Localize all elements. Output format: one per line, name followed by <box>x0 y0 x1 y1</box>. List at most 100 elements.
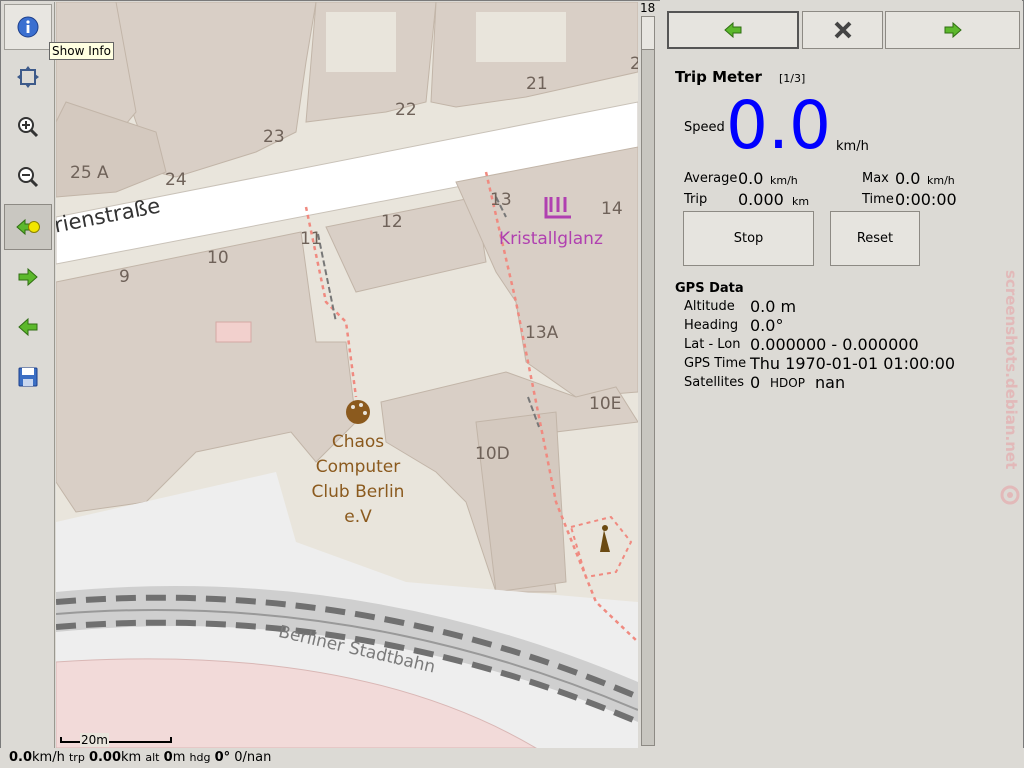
house-number: 10E <box>589 394 622 414</box>
hdop-value: nan <box>815 373 846 392</box>
poi-label-ccc: Chaos Computer Club Berlin e.V <box>296 430 420 530</box>
house-number: 10 <box>207 248 229 268</box>
status-trp-unit: km <box>121 750 142 765</box>
gps-data-title: GPS Data <box>675 281 744 296</box>
back-arrow-icon <box>18 317 38 337</box>
house-number: 12 <box>381 212 403 232</box>
forward-arrow-icon <box>18 267 38 287</box>
house-number: 14 <box>601 199 623 219</box>
average-unit: km/h <box>770 174 798 187</box>
poi-label-line: Computer <box>315 457 401 477</box>
status-hdg-label: hdg <box>189 751 211 764</box>
status-trp: 0.00 <box>88 750 122 765</box>
fit-button[interactable] <box>4 54 52 100</box>
gps-follow-button[interactable] <box>4 204 52 250</box>
next-page-button[interactable] <box>885 11 1020 49</box>
gps-time-value: Thu 1970-01-01 01:00:00 <box>750 354 956 373</box>
map-view[interactable]: 23 22 21 2 25 A 24 13 14 12 11 10 9 13A … <box>56 2 638 748</box>
trip-value: 0.000 <box>738 190 784 209</box>
back-arrow-icon <box>724 22 742 38</box>
page-indicator: [1/3] <box>779 72 806 85</box>
save-icon <box>18 367 38 387</box>
house-number: 25 A <box>70 163 109 183</box>
back-button[interactable] <box>4 304 52 350</box>
time-label: Time <box>862 192 894 207</box>
house-number: 13 <box>490 190 512 210</box>
heading-label: Heading <box>684 318 739 333</box>
heading-value: 0.0° <box>750 316 784 335</box>
trip-meter-title: Trip Meter <box>675 68 762 86</box>
average-label: Average <box>684 171 738 186</box>
zoom-out-button[interactable] <box>4 154 52 200</box>
watermark-logo-icon <box>1000 485 1020 505</box>
toolbar <box>2 2 55 748</box>
house-number: 10D <box>475 444 510 464</box>
altitude-value: 0.0 m <box>750 297 797 316</box>
status-hdg: 0° <box>214 750 231 765</box>
stop-button[interactable]: Stop <box>683 211 814 266</box>
house-number: 24 <box>165 170 187 190</box>
show-info-tooltip: Show Info <box>49 42 114 60</box>
max-value: 0.0 <box>895 169 921 188</box>
house-number: 2 <box>630 54 638 74</box>
house-number: 13A <box>525 323 559 343</box>
status-alt-unit: m <box>172 750 186 765</box>
fit-icon <box>17 66 39 88</box>
poi-label-line: Club Berlin <box>311 482 405 502</box>
speed-label: Speed <box>684 120 725 135</box>
house-number: 23 <box>263 127 285 147</box>
watermark-text: screenshots.debian.net <box>1002 270 1020 470</box>
scale-label: 20m <box>80 733 109 747</box>
prev-page-button[interactable] <box>667 11 799 49</box>
house-number: 11 <box>300 229 322 249</box>
forward-arrow-icon <box>944 22 962 38</box>
info-icon <box>17 16 39 38</box>
average-value: 0.0 <box>738 169 764 188</box>
close-icon <box>834 21 851 39</box>
house-number: 21 <box>526 74 548 94</box>
status-speed: 0.0 <box>9 750 33 765</box>
status-speed-unit: km/h <box>32 750 65 765</box>
poi-label-kristallglanz: Kristallglanz <box>499 229 603 249</box>
status-sat: 0/nan <box>234 750 272 765</box>
speed-value: 0.0 <box>726 87 831 164</box>
watermark: screenshots.debian.net <box>1000 270 1020 510</box>
gps-time-label: GPS Time <box>684 356 747 371</box>
poi-label-line: Chaos <box>331 432 385 452</box>
status-alt-label: alt <box>145 751 160 764</box>
status-bar: 0.0km/h trp 0.00km alt 0m hdg 0° 0/nan <box>0 748 1024 768</box>
info-panel: Trip Meter [1/3] Speed 0.0 km/h Average … <box>660 0 1022 748</box>
reset-button[interactable]: Reset <box>830 211 920 266</box>
save-button[interactable] <box>4 354 52 400</box>
poi-label-line: e.V <box>344 507 372 527</box>
house-number: 9 <box>119 267 130 287</box>
house-number: 22 <box>395 100 417 120</box>
close-button[interactable] <box>802 11 883 49</box>
max-unit: km/h <box>927 174 955 187</box>
zoom-track[interactable] <box>641 16 655 746</box>
zoom-slider[interactable]: 18 <box>640 0 658 748</box>
hdop-label: HDOP <box>770 376 805 390</box>
zoom-in-icon <box>18 117 39 138</box>
satellites-label: Satellites <box>684 375 745 390</box>
scale-bar <box>60 737 172 743</box>
trip-unit: km <box>792 195 810 208</box>
gps-follow-icon <box>16 218 40 236</box>
forward-button[interactable] <box>4 254 52 300</box>
trip-label: Trip <box>684 192 708 207</box>
zoom-level: 18 <box>640 1 656 15</box>
latlon-label: Lat - Lon <box>684 337 741 352</box>
max-label: Max <box>862 171 889 186</box>
zoom-in-button[interactable] <box>4 104 52 150</box>
zoom-thumb[interactable] <box>641 16 655 50</box>
speed-unit: km/h <box>836 139 869 154</box>
satellites-value: 0 <box>750 373 761 392</box>
zoom-out-icon <box>18 167 39 188</box>
status-trp-label: trp <box>68 751 85 764</box>
altitude-label: Altitude <box>684 299 735 314</box>
time-value: 0:00:00 <box>895 190 957 209</box>
map-canvas <box>56 2 638 748</box>
latlon-value: 0.000000 - 0.000000 <box>750 335 919 354</box>
status-alt: 0 <box>163 750 173 765</box>
show-info-button[interactable] <box>4 4 52 50</box>
